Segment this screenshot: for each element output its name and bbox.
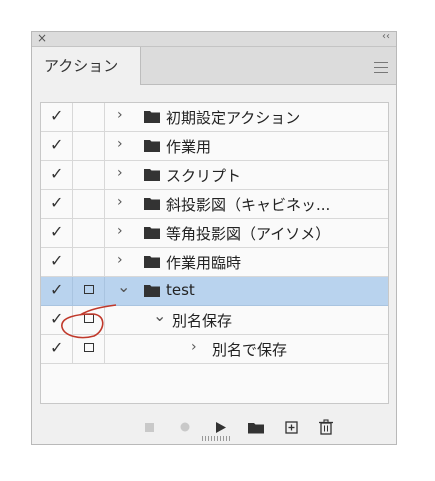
resize-grip[interactable] [202, 436, 230, 441]
action-label: 別名保存 [172, 312, 233, 330]
toggle-column: ✓ [41, 190, 73, 218]
toggle-column: ✓ [41, 161, 73, 189]
dialog-toggle-icon[interactable] [84, 285, 94, 294]
action-label: 初期設定アクション [166, 109, 301, 127]
checkmark-icon[interactable]: ✓ [50, 193, 63, 212]
folder-icon [144, 227, 160, 239]
dialog-column [73, 306, 105, 334]
toggle-column: ✓ [41, 277, 73, 305]
action-label: 等角投影図（アイソメ） [166, 225, 331, 243]
dialog-column [73, 335, 105, 363]
action-row[interactable]: ✓ ⌄ 別名保存 [41, 306, 388, 335]
checkmark-icon[interactable]: ✓ [50, 338, 63, 357]
checkmark-icon[interactable]: ✓ [50, 106, 63, 125]
chevron-down-icon[interactable]: ⌄ [153, 306, 166, 325]
actions-panel: × ‹‹ アクション ✓ › 初期設定アクション ✓ › 作業用 ✓ › スクリプト ✓ › 斜投影図… [31, 31, 397, 445]
record-icon[interactable] [175, 417, 195, 437]
stop-icon[interactable] [140, 417, 160, 437]
folder-icon [144, 285, 160, 297]
action-label: スクリプト [166, 167, 242, 185]
action-label: 作業用臨時 [166, 254, 242, 272]
delete-icon[interactable] [316, 417, 336, 437]
dialog-column [73, 161, 105, 189]
checkmark-icon[interactable]: ✓ [50, 222, 63, 241]
toggle-column: ✓ [41, 248, 73, 276]
action-row[interactable]: ✓ › 作業用臨時 [41, 248, 388, 277]
dialog-column [73, 277, 105, 305]
chevron-right-icon[interactable]: › [117, 165, 123, 181]
play-icon[interactable] [210, 417, 230, 437]
folder-icon [144, 140, 160, 152]
chevron-right-icon[interactable]: › [117, 136, 123, 152]
action-row[interactable]: ✓ › 作業用 [41, 132, 388, 161]
toggle-column: ✓ [41, 335, 73, 363]
close-icon[interactable]: × [37, 31, 47, 45]
action-row[interactable]: ✓ › 別名で保存 [41, 335, 388, 364]
toggle-column: ✓ [41, 132, 73, 160]
action-row[interactable]: ✓ › スクリプト [41, 161, 388, 190]
collapse-icon[interactable]: ‹‹ [382, 31, 390, 42]
panel-menu-icon[interactable] [374, 62, 388, 77]
folder-icon [144, 169, 160, 181]
chevron-right-icon[interactable]: › [117, 223, 123, 239]
dialog-column [73, 248, 105, 276]
action-label: 斜投影図（キャビネッ... [166, 196, 331, 214]
checkmark-icon[interactable]: ✓ [50, 135, 63, 154]
tab-bar: アクション [32, 47, 396, 85]
checkmark-icon[interactable]: ✓ [50, 251, 63, 270]
dialog-toggle-icon[interactable] [84, 314, 94, 323]
toggle-column: ✓ [41, 219, 73, 247]
new-action-icon[interactable] [282, 417, 302, 437]
chevron-down-icon[interactable]: ⌄ [117, 277, 130, 296]
new-set-folder-icon[interactable] [245, 417, 267, 437]
actions-list: ✓ › 初期設定アクション ✓ › 作業用 ✓ › スクリプト ✓ › 斜投影図（キャビネッ... ✓ ›… [40, 102, 389, 404]
checkmark-icon[interactable]: ✓ [50, 309, 63, 328]
checkmark-icon[interactable]: ✓ [50, 280, 63, 299]
folder-icon [144, 256, 160, 268]
folder-icon [144, 111, 160, 123]
toggle-column: ✓ [41, 103, 73, 131]
action-label: test [166, 281, 195, 299]
dialog-column [73, 132, 105, 160]
action-row[interactable]: ✓ › 初期設定アクション [41, 103, 388, 132]
chevron-right-icon[interactable]: › [117, 252, 123, 268]
action-row[interactable]: ✓ ⌄ test [41, 277, 388, 306]
action-label: 作業用 [166, 138, 212, 156]
toggle-column: ✓ [41, 306, 73, 334]
chevron-right-icon[interactable]: › [117, 194, 123, 210]
dialog-toggle-icon[interactable] [84, 343, 94, 352]
dialog-column [73, 103, 105, 131]
dialog-column [73, 219, 105, 247]
tab-actions[interactable]: アクション [32, 47, 141, 85]
folder-icon [144, 198, 160, 210]
action-row[interactable]: ✓ › 斜投影図（キャビネッ... [41, 190, 388, 219]
dialog-column [73, 190, 105, 218]
chevron-right-icon[interactable]: › [191, 339, 197, 355]
action-row[interactable]: ✓ › 等角投影図（アイソメ） [41, 219, 388, 248]
checkmark-icon[interactable]: ✓ [50, 164, 63, 183]
panel-title-bar: × ‹‹ [32, 31, 396, 47]
chevron-right-icon[interactable]: › [117, 107, 123, 123]
action-label: 別名で保存 [212, 341, 288, 359]
